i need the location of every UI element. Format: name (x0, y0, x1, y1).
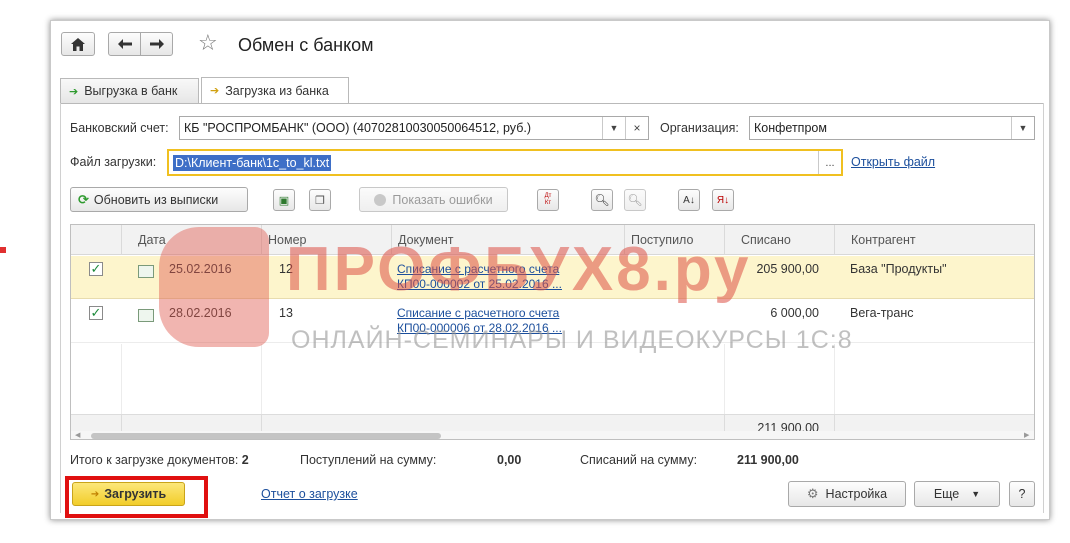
load-label: Загрузить (104, 487, 167, 501)
search-button[interactable]: 🔍︎ (591, 189, 613, 211)
more-button[interactable]: Еще ▼ (914, 481, 1000, 507)
sort-ascending-icon: A↓ (683, 194, 695, 206)
row-checkbox[interactable]: ✓ (89, 305, 103, 320)
cancel-search-button[interactable]: 🔍︎ (624, 189, 646, 211)
error-icon (374, 193, 387, 206)
received-sum-label: Поступлений на сумму: (300, 453, 437, 467)
dt-kt-button[interactable]: Дт Кт (537, 189, 559, 211)
sort-ascending-button[interactable]: A↓ (678, 189, 700, 211)
organization-value: Конфетпром (754, 121, 827, 135)
settings-button[interactable]: ⚙ Настройка (788, 481, 906, 507)
arrow-in-icon: ➔ (210, 85, 220, 97)
sort-descending-icon: Я↓ (716, 194, 730, 206)
chevron-down-icon: ▼ (971, 489, 981, 499)
written-off-sum-value: 211 900,00 (737, 453, 799, 467)
refresh-label: Обновить из выписки (93, 192, 219, 207)
bank-account-field[interactable]: КБ "РОСПРОМБАНК" (ООО) (4070281003005006… (179, 116, 649, 140)
bank-account-label: Банковский счет: (70, 121, 169, 135)
home-icon (71, 37, 85, 51)
file-value: D:\Клиент-банк\1c_to_kl.txt (173, 154, 332, 171)
column-divider (261, 344, 262, 414)
chevron-down-icon[interactable]: ▼ (1011, 117, 1034, 139)
watermark-logo (159, 227, 269, 347)
gear-icon: ⚙ (806, 486, 819, 501)
written-off-sum-label: Списаний на сумму: (580, 453, 698, 467)
load-button[interactable]: ➔ Загрузить (72, 482, 185, 506)
help-button[interactable]: ? (1009, 481, 1035, 507)
bank-exchange-window: ☆ Обмен с банком ➔ Выгрузка в банк ➔ Заг… (50, 20, 1050, 520)
clear-icon[interactable]: × (625, 117, 648, 139)
organization-label: Организация: (660, 121, 739, 135)
row-counterparty: База "Продукты" (850, 262, 947, 276)
scroll-left-icon[interactable]: ◀ (75, 431, 80, 439)
chevron-down-icon[interactable]: ▼ (602, 117, 625, 139)
tab-panel-right-border (1043, 103, 1044, 513)
post-documents-button[interactable]: ▣ (273, 189, 295, 211)
help-label: ? (1018, 487, 1026, 501)
row-checkbox[interactable]: ✓ (89, 261, 103, 276)
horizontal-scrollbar[interactable]: ◀ ▶ (71, 431, 1034, 439)
row-number: 13 (279, 306, 293, 320)
scroll-right-icon[interactable]: ▶ (1024, 431, 1029, 439)
docs-count-label: Итого к загрузке документов: 2 (70, 453, 249, 467)
arrow-right-icon (149, 39, 164, 49)
page-title: Обмен с банком (238, 35, 374, 55)
row-written-off: 6 000,00 (770, 306, 819, 320)
column-header-counterparty[interactable]: Контрагент (834, 225, 1034, 255)
show-errors-button[interactable]: Показать ошибки (359, 187, 508, 212)
tab-panel-border (60, 103, 1044, 104)
file-input[interactable]: D:\Клиент-банк\1c_to_kl.txt ... (167, 149, 843, 176)
arrow-out-icon: ➔ (69, 85, 79, 98)
copy-documents-button[interactable]: ❐ (309, 189, 331, 211)
scrollbar-thumb[interactable] (91, 433, 441, 439)
load-icon: ➔ (90, 488, 100, 500)
column-divider (121, 344, 122, 414)
column-header-check (71, 225, 121, 255)
post-icon: ▣ (278, 194, 290, 207)
back-button[interactable] (108, 32, 141, 56)
received-sum-value: 0,00 (497, 453, 522, 467)
side-marker (0, 247, 6, 253)
browse-button[interactable]: ... (818, 151, 841, 174)
tab-upload-to-bank[interactable]: ➔ Выгрузка в банк (60, 78, 199, 103)
file-label: Файл загрузки: (70, 155, 157, 169)
load-report-link[interactable]: Отчет о загрузке (261, 487, 358, 501)
more-label: Еще (933, 487, 960, 501)
watermark-line2: ОНЛАЙН-СЕМИНАРЫ И ВИДЕОКУРСЫ 1С:8 (291, 326, 853, 354)
cancel-search-icon: 🔍︎ (627, 193, 643, 207)
bank-account-value: КБ "РОСПРОМБАНК" (ООО) (4070281003005006… (184, 121, 531, 135)
open-file-link[interactable]: Открыть файл (851, 155, 935, 169)
document-icon (138, 265, 154, 278)
watermark-line1: ПРОФБУХ8.ру (286, 235, 752, 304)
organization-field[interactable]: Конфетпром ▼ (749, 116, 1035, 140)
show-errors-label: Показать ошибки (392, 192, 493, 207)
forward-button[interactable] (140, 32, 173, 56)
tab-label: Выгрузка в банк (84, 84, 178, 98)
document-icon (138, 309, 154, 322)
docs-count-value: 2 (241, 453, 249, 467)
sort-descending-button[interactable]: Я↓ (712, 189, 734, 211)
row-counterparty: Вега-транс (850, 306, 914, 320)
dt-kt-icon: Дт Кт (544, 193, 552, 206)
tab-panel-left-border (60, 103, 61, 513)
search-icon: 🔍︎ (594, 193, 610, 207)
refresh-icon: ⟳ (78, 191, 89, 207)
row-document-line1: Списание с расчетного счета (397, 306, 560, 320)
arrow-left-icon (117, 39, 132, 49)
star-icon[interactable]: ☆ (198, 31, 218, 55)
copy-icon: ❐ (315, 194, 325, 207)
tab-load-from-bank[interactable]: ➔ Загрузка из банка (201, 77, 349, 103)
tab-label: Загрузка из банка (225, 83, 329, 98)
home-button[interactable] (61, 32, 95, 56)
refresh-from-statement-button[interactable]: ⟳ Обновить из выписки (70, 187, 248, 212)
settings-label: Настройка (825, 487, 888, 501)
